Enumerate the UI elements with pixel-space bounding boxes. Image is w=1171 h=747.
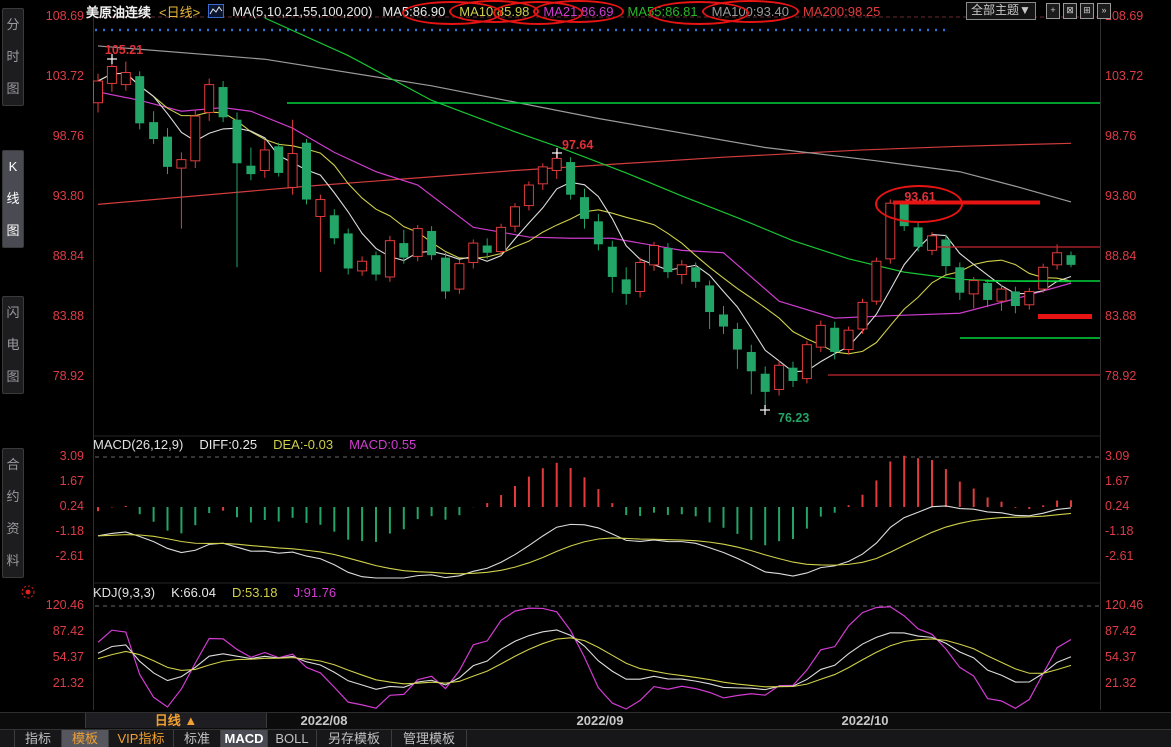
toolbar-icon-group: +⊠⊞»: [1046, 3, 1111, 19]
svg-text:76.23: 76.23: [778, 411, 809, 425]
macd-dea-value: DEA:-0.03: [273, 437, 333, 452]
bottom-tab-另存模板[interactable]: 另存模板: [317, 730, 392, 747]
axis-label: -2.61: [24, 549, 84, 563]
theme-dropdown-button[interactable]: 全部主题▼: [966, 2, 1036, 20]
axis-label: -1.18: [1105, 524, 1169, 538]
axis-label: 88.84: [1105, 249, 1169, 263]
period-indicator[interactable]: <日线>: [159, 2, 200, 21]
axis-label: 54.37: [1105, 650, 1169, 664]
exit-icon[interactable]: »: [1097, 3, 1111, 19]
axis-label: 1.67: [1105, 474, 1169, 488]
ma-values-group: MA5:86.90 MA10:85.98 MA21:86.69 MA55:86.81 M…: [380, 4, 882, 19]
macd-diff-value: DIFF:0.25: [199, 437, 257, 452]
bottom-tab-指标[interactable]: 指标: [14, 730, 62, 747]
kdj-k-value: K:66.04: [171, 585, 216, 600]
bottom-tab-bar: 指标模板VIP指标标准MACDBOLL另存模板管理模板: [0, 729, 1171, 747]
red-circle-annotation: [533, 0, 623, 23]
axis-label: 0.24: [24, 499, 84, 513]
axis-label: 0.24: [1105, 499, 1169, 513]
axis-label: 1.67: [24, 474, 84, 488]
ma-params-label: MA(5,10,21,55,100,200): [232, 4, 372, 19]
axis-label: 54.37: [24, 650, 84, 664]
axis-label: 3.09: [24, 449, 84, 463]
axis-label: 3.09: [1105, 449, 1169, 463]
bottom-tab-VIP指标[interactable]: VIP指标: [109, 730, 174, 747]
date-label: 2022/10: [833, 713, 897, 729]
axis-label: 120.46: [1105, 598, 1169, 612]
kdj-j-value: J:91.76: [294, 585, 337, 600]
axis-label: 78.92: [1105, 369, 1169, 383]
sidebar-tab-闪电图[interactable]: 闪 电 图: [2, 296, 24, 394]
top-toolbar: 美原油连续 <日线> MA(5,10,21,55,100,200) MA5:86…: [86, 0, 882, 22]
pan-icon[interactable]: +: [1046, 3, 1060, 19]
axis-label: 108.69: [24, 9, 84, 23]
ma-value: MA21:86.69: [541, 4, 615, 19]
ma-value: MA55:86.81: [626, 4, 700, 19]
axis-label: 21.32: [24, 676, 84, 690]
axis-label: 120.46: [24, 598, 84, 612]
zoom-in-icon[interactable]: ⊞: [1080, 3, 1094, 19]
axis-label: 21.32: [1105, 676, 1169, 690]
axis-label: 93.80: [24, 189, 84, 203]
axis-label: 83.88: [1105, 309, 1169, 323]
ma-value: MA100:93.40: [710, 4, 791, 19]
bottom-tab-管理模板[interactable]: 管理模板: [392, 730, 467, 747]
axis-label: 83.88: [24, 309, 84, 323]
app-root: 美原油连续 <日线> MA(5,10,21,55,100,200) MA5:86…: [0, 0, 1171, 747]
macd-title: MACD(26,12,9): [93, 437, 183, 452]
ma-value: MA200:98.25: [801, 4, 882, 19]
sidebar-tab-K线图[interactable]: K 线 图: [2, 150, 24, 248]
bottom-tab-标准[interactable]: 标准: [174, 730, 221, 747]
kdj-title: KDJ(9,3,3): [93, 585, 155, 600]
ma-value: MA5:86.90: [380, 4, 447, 19]
kdj-panel-title: KDJ(9,3,3) K:66.04 D:53.18 J:91.76: [93, 585, 336, 600]
axis-label: 88.84: [24, 249, 84, 263]
svg-text:97.64: 97.64: [562, 138, 593, 152]
date-label: 2022/08: [292, 713, 356, 729]
axis-label: 78.92: [24, 369, 84, 383]
ma-value: MA10:85.98: [457, 4, 531, 19]
axis-label: 103.72: [1105, 69, 1169, 83]
axis-label: -2.61: [1105, 549, 1169, 563]
zoom-area-icon[interactable]: ⊠: [1063, 3, 1077, 19]
date-label: 2022/09: [568, 713, 632, 729]
macd-macd-value: MACD:0.55: [349, 437, 416, 452]
sidebar-tab-分时图[interactable]: 分 时 图: [2, 8, 24, 106]
chart-canvas[interactable]: 105.21 97.64 93.61 76.23: [0, 0, 1171, 747]
date-axis-bar: 日线 ▲ 2022/08 2022/09 2022/10: [0, 712, 1171, 729]
period-selector[interactable]: 日线 ▲: [85, 713, 267, 728]
svg-text:93.61: 93.61: [904, 190, 935, 204]
bottom-tab-BOLL[interactable]: BOLL: [268, 730, 317, 747]
bottom-tab-MACD[interactable]: MACD: [221, 730, 268, 747]
axis-label: 108.69: [1105, 9, 1169, 23]
symbol-name[interactable]: 美原油连续: [86, 2, 151, 21]
axis-label: 103.72: [24, 69, 84, 83]
axis-label: 87.42: [1105, 624, 1169, 638]
red-circle-annotation: [449, 0, 539, 23]
axis-label: 98.76: [24, 129, 84, 143]
axis-label: -1.18: [24, 524, 84, 538]
bottom-tab-模板[interactable]: 模板: [62, 730, 109, 747]
svg-text:105.21: 105.21: [105, 43, 143, 57]
kline-chart-icon: [208, 4, 224, 18]
axis-label: 93.80: [1105, 189, 1169, 203]
red-circle-annotation: [702, 0, 799, 23]
axis-label: 98.76: [1105, 129, 1169, 143]
macd-panel-title: MACD(26,12,9) DIFF:0.25 DEA:-0.03 MACD:0…: [93, 437, 416, 452]
kdj-d-value: D:53.18: [232, 585, 278, 600]
sidebar-tab-合约资料[interactable]: 合 约 资 料: [2, 448, 24, 578]
axis-label: 87.42: [24, 624, 84, 638]
